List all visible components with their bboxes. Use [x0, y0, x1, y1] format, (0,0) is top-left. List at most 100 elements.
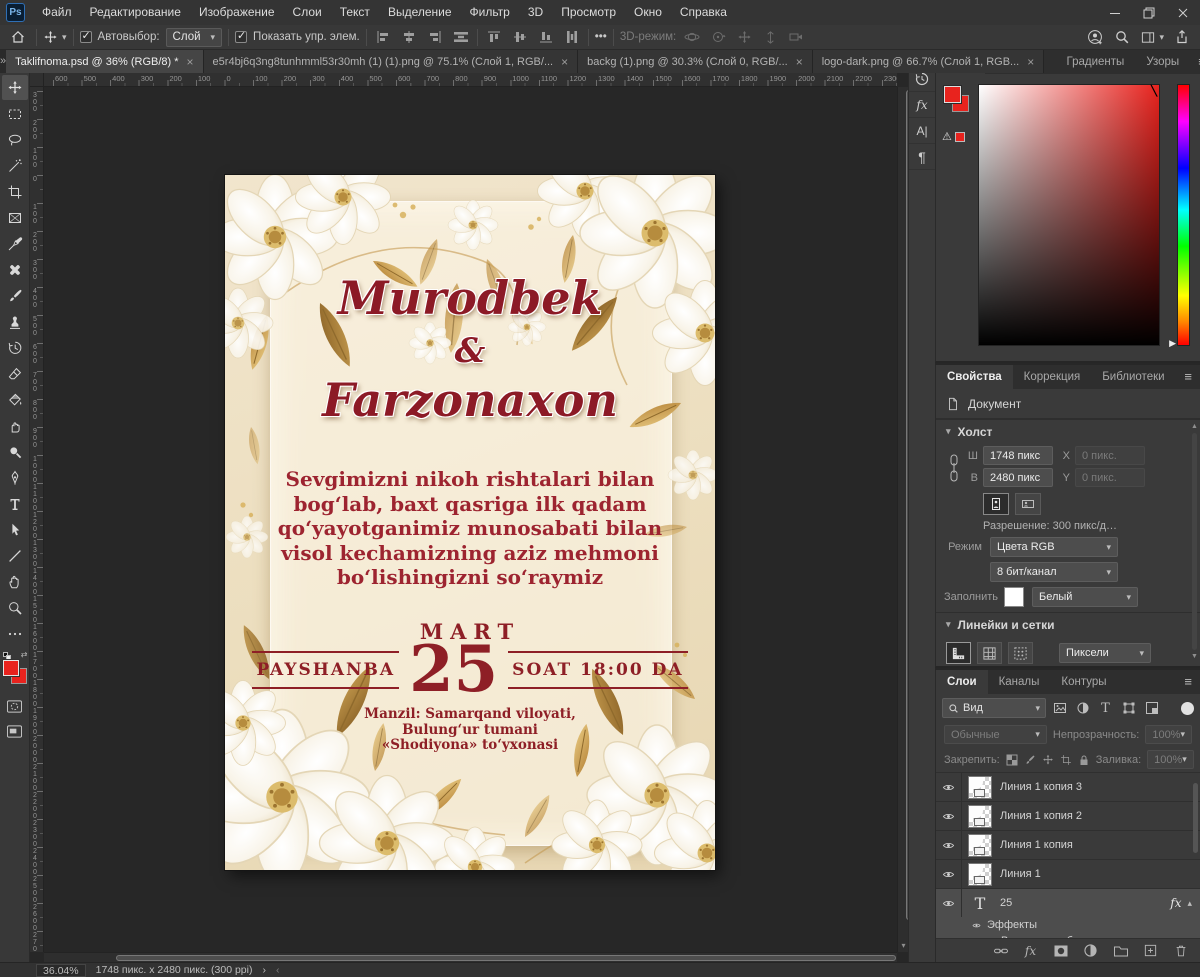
home-icon[interactable]	[6, 29, 30, 45]
color-tab-Узоры[interactable]: Узоры	[1135, 50, 1190, 74]
lock-all-icon[interactable]	[1078, 750, 1090, 769]
y-field[interactable]: 0 пикс.	[1075, 468, 1145, 487]
tool-eraser-icon[interactable]	[2, 361, 28, 386]
landscape-orientation-button[interactable]	[1015, 493, 1041, 515]
link-dimensions-icon[interactable]	[948, 454, 960, 484]
fill-field[interactable]: 100%▾	[1147, 750, 1194, 769]
lock-pixels-icon[interactable]	[1024, 750, 1036, 769]
autoselect-checkbox[interactable]	[80, 31, 92, 43]
tool-smudge-icon[interactable]	[2, 413, 28, 438]
align-top-icon[interactable]	[484, 28, 504, 46]
layer-visibility-icon[interactable]	[936, 802, 962, 830]
vertical-ruler[interactable]: 3002001000100200300400500600700800900100…	[30, 87, 44, 952]
portrait-orientation-button[interactable]	[983, 493, 1009, 515]
lock-artboard-icon[interactable]	[1060, 750, 1072, 769]
color-mode-select[interactable]: Цвета RGB▾	[990, 537, 1118, 557]
horizontal-scrollbar[interactable]	[44, 952, 897, 962]
styles-panel-icon[interactable]: fx	[909, 92, 936, 118]
menu-3[interactable]: Слои	[284, 0, 331, 25]
menu-8[interactable]: Просмотр	[552, 0, 625, 25]
tool-zoom-icon[interactable]	[2, 595, 28, 620]
layer-style-icon[interactable]: fx	[1021, 941, 1040, 960]
layer-name[interactable]: Линия 1 копия 2	[1000, 810, 1082, 822]
layers-scrollbar[interactable]	[1191, 773, 1199, 940]
layer-name[interactable]: Линия 1	[1000, 868, 1041, 880]
tool-path-select-icon[interactable]	[2, 517, 28, 542]
layer-name[interactable]: 25	[1000, 897, 1012, 909]
x-field[interactable]: 0 пикс.	[1075, 446, 1145, 465]
tab-close-icon[interactable]: ×	[187, 55, 194, 69]
new-group-icon[interactable]	[1111, 941, 1130, 960]
adjustment-layer-icon[interactable]	[1081, 941, 1100, 960]
menu-9[interactable]: Окно	[625, 0, 671, 25]
document-tab-2[interactable]: backg (1).png @ 30.3% (Слой 0, RGB/...×	[578, 50, 813, 73]
layer-thumbnail[interactable]	[968, 834, 992, 857]
minimize-button[interactable]	[1098, 0, 1132, 25]
filtering-toggle[interactable]	[1181, 702, 1194, 715]
menu-5[interactable]: Выделение	[379, 0, 461, 25]
tool-line-icon[interactable]	[2, 543, 28, 568]
filter-pixel-layers-icon[interactable]	[1050, 699, 1069, 718]
align-bottom-icon[interactable]	[536, 28, 556, 46]
tool-history-brush-icon[interactable]	[2, 335, 28, 360]
foreground-background-colors[interactable]: ⇄	[2, 654, 28, 688]
filter-type-layers-icon[interactable]: T	[1096, 699, 1115, 718]
text-layer-thumbnail[interactable]: T	[968, 894, 992, 913]
layer-thumbnail[interactable]	[968, 776, 992, 799]
document-tab-0[interactable]: Taklifnoma.psd @ 36% (RGB/8) *×	[6, 50, 203, 73]
tool-type-icon[interactable]	[2, 491, 28, 516]
add-mask-icon[interactable]	[1051, 941, 1070, 960]
menu-2[interactable]: Изображение	[190, 0, 284, 25]
status-expand-icon[interactable]: ›	[262, 964, 266, 976]
layer-row-Линия 1[interactable]: Линия 1	[936, 860, 1200, 889]
layer-visibility-icon[interactable]	[936, 889, 962, 917]
units-select[interactable]: Пиксели▾	[1059, 643, 1151, 663]
tool-more-icon[interactable]	[2, 621, 28, 646]
layers-tab-Каналы[interactable]: Каналы	[988, 670, 1051, 694]
properties-panel-menu-icon[interactable]: ≡	[1176, 365, 1200, 389]
zoom-level-field[interactable]: 36.04%	[36, 964, 86, 977]
layer-fx-icon[interactable]: fx	[1170, 896, 1181, 910]
menu-6[interactable]: Фильтр	[461, 0, 519, 25]
bit-depth-select[interactable]: 8 бит/канал▾	[990, 562, 1118, 582]
quick-mask-icon[interactable]	[2, 694, 28, 719]
new-layer-icon[interactable]	[1141, 941, 1160, 960]
menu-7[interactable]: 3D	[519, 0, 552, 25]
layer-thumbnail[interactable]	[968, 863, 992, 886]
tool-healing-icon[interactable]	[2, 257, 28, 282]
fill-color-swatch[interactable]	[1004, 587, 1024, 607]
layers-tab-Контуры[interactable]: Контуры	[1050, 670, 1117, 694]
workspace-switcher-icon[interactable]: ▾	[1140, 30, 1164, 45]
restore-button[interactable]	[1132, 0, 1166, 25]
canvas-pasteboard[interactable]: Murodbek & Farzonaxon Sevgimizni nikoh r…	[44, 87, 897, 952]
share-icon[interactable]	[1174, 29, 1190, 45]
invitation-document[interactable]: Murodbek & Farzonaxon Sevgimizni nikoh r…	[225, 175, 715, 870]
vertical-scrollbar[interactable]: ▾	[897, 87, 908, 952]
height-field[interactable]: 2480 пикс	[983, 468, 1053, 487]
properties-tab-Коррекция[interactable]: Коррекция	[1013, 365, 1092, 389]
tool-frame-icon[interactable]	[2, 205, 28, 230]
tool-bucket-icon[interactable]	[2, 387, 28, 412]
distribute-horizontal-icon[interactable]	[451, 28, 471, 46]
properties-tab-Библиотеки[interactable]: Библиотеки	[1091, 365, 1175, 389]
rulers-grids-section-header[interactable]: ▾Линейки и сетки	[936, 612, 1200, 636]
foreground-color-swatch[interactable]	[3, 660, 19, 676]
properties-scrollbar[interactable]: ▲ ▼	[1190, 423, 1199, 660]
close-button[interactable]	[1166, 0, 1200, 25]
layers-tab-Слои[interactable]: Слои	[936, 670, 988, 694]
align-right-icon[interactable]	[425, 28, 445, 46]
layer-row-Линия 1 копия[interactable]: Линия 1 копия	[936, 831, 1200, 860]
move-tool-preset-icon[interactable]: ▾	[43, 30, 67, 45]
default-colors-icon[interactable]	[3, 652, 12, 660]
width-field[interactable]: 1748 пикс	[983, 446, 1053, 465]
filter-shape-layers-icon[interactable]	[1119, 699, 1138, 718]
align-middle-icon[interactable]	[510, 28, 530, 46]
swap-colors-icon[interactable]: ⇄	[21, 650, 28, 659]
tool-lasso-icon[interactable]	[2, 127, 28, 152]
menu-4[interactable]: Текст	[331, 0, 379, 25]
foreground-color-swatch[interactable]	[944, 86, 961, 103]
ruler-origin-corner[interactable]	[30, 73, 44, 87]
layer-visibility-icon[interactable]	[936, 831, 962, 859]
tool-move-icon[interactable]	[2, 75, 28, 100]
rulers-toggle-icon[interactable]	[946, 642, 971, 664]
